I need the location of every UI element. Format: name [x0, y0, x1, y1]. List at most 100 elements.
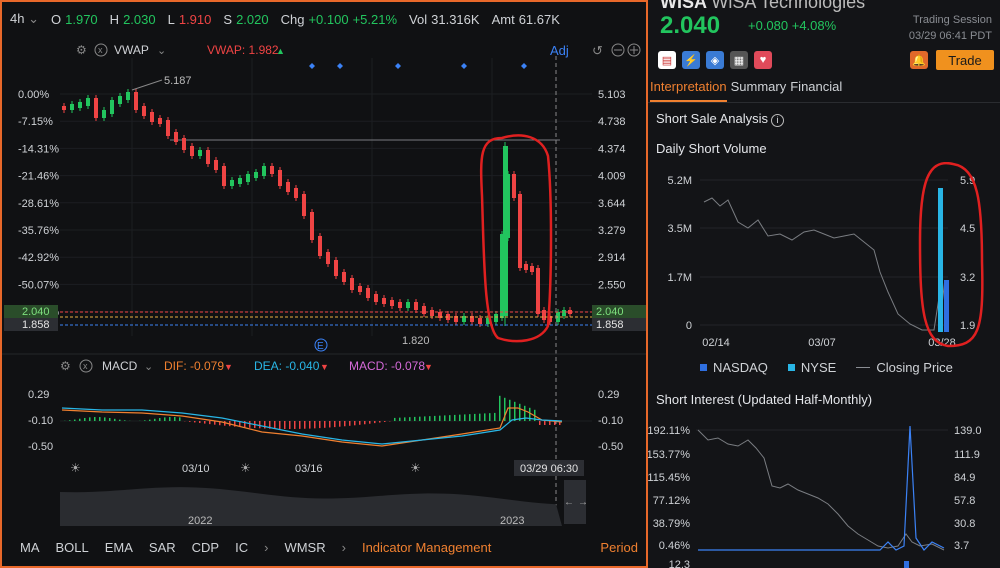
macd-bar: [354, 421, 356, 426]
candle-body: [512, 174, 516, 198]
short-volume-left-tick: 5.2M: [668, 175, 692, 187]
candle-body: [102, 110, 106, 118]
interval-label[interactable]: 4h: [10, 11, 24, 26]
macd-tick-right: -0.50: [598, 441, 623, 453]
macd-bar: [194, 421, 196, 423]
sun-icon: ☀: [240, 461, 251, 475]
overview-right-arrow-icon[interactable]: →: [578, 497, 588, 508]
event-markers: [309, 63, 527, 69]
current-price-right: 2.040: [596, 306, 624, 318]
low-marker: 1.820: [402, 335, 430, 347]
event-diamond-icon[interactable]: [337, 63, 343, 69]
macd-bar: [429, 416, 431, 421]
chevron-down-icon[interactable]: ⌄: [144, 361, 153, 373]
candle-body: [182, 138, 186, 150]
open-value: 1.970: [65, 11, 98, 27]
trade-button[interactable]: Trade: [936, 50, 994, 70]
indicator-ma[interactable]: MA: [20, 540, 40, 555]
settings-icon[interactable]: ⚙: [76, 43, 87, 57]
macd-title[interactable]: MACD: [102, 359, 138, 373]
candle-body: [254, 172, 258, 178]
short-interest-title: Short Interest (Updated Half-Monthly): [656, 392, 873, 407]
macd-bar: [169, 417, 171, 421]
candle-body: [86, 98, 90, 106]
dea-down-icon: ▼: [320, 362, 329, 372]
candle-body: [166, 120, 170, 136]
macd-bar: [259, 421, 261, 429]
macd-bar: [384, 421, 386, 422]
macd-bar: [399, 417, 401, 421]
macd-bar: [334, 421, 336, 428]
macd-bar: [444, 415, 446, 421]
event-diamond-icon[interactable]: [309, 63, 315, 69]
amount-stat: Amt 61.67K: [492, 12, 560, 27]
chevron-down-icon[interactable]: ⌄: [28, 11, 39, 26]
event-diamond-icon[interactable]: [395, 63, 401, 69]
macd-bar: [459, 414, 461, 421]
period-button[interactable]: Period: [600, 540, 638, 555]
chevron-right-icon[interactable]: ›: [264, 540, 268, 555]
overview-left-arrow-icon[interactable]: ←: [564, 497, 574, 508]
indicator-ic[interactable]: IC: [235, 540, 248, 555]
event-diamond-icon[interactable]: [461, 63, 467, 69]
indicator-cdp[interactable]: CDP: [192, 540, 219, 555]
document-icon[interactable]: ▦: [730, 51, 748, 69]
indicator-sar[interactable]: SAR: [149, 540, 176, 555]
company-name: WiSA Technologies: [711, 0, 866, 12]
legend-nyse: NYSE: [787, 360, 836, 375]
macd-bar: [304, 421, 306, 429]
tab-interpretation[interactable]: Interpretation: [650, 79, 727, 102]
tab-financial[interactable]: Financial: [790, 79, 842, 102]
date-label-2: 03/16: [295, 463, 323, 475]
chevron-down-icon[interactable]: ⌄: [157, 45, 166, 57]
macd-bar: [104, 417, 106, 421]
overview-area: [60, 487, 562, 526]
macd-bar: [359, 421, 361, 425]
indicator-management-button[interactable]: Indicator Management: [362, 540, 491, 555]
short-interest-line: [698, 425, 945, 551]
price-change: +0.080 +4.08%: [748, 18, 837, 33]
candle-body: [374, 294, 378, 302]
interval-selector[interactable]: 4h ⌄: [10, 11, 39, 27]
macd-tick-left: 0.29: [28, 389, 49, 401]
undo-icon[interactable]: ↺: [592, 43, 603, 58]
short-volume-left-tick: 0: [686, 320, 692, 332]
us-flag-icon[interactable]: ▤: [658, 51, 676, 69]
macd-bar: [339, 421, 341, 427]
tab-summary[interactable]: Summary: [731, 79, 787, 102]
dif-line: [61, 407, 563, 447]
high-value: 2.030: [123, 11, 156, 27]
tag-icon[interactable]: ◈: [706, 51, 724, 69]
price-axis: 5.103 4.738 4.374 4.009 3.644 3.279 2.914 2.550…: [598, 89, 626, 319]
chart-panel[interactable]: 4h ⌄ O 1.970 H 2.030 L 1.910 S 2.020 Chg +0.1…: [0, 0, 648, 568]
adj-toggle[interactable]: Adj: [550, 43, 569, 58]
candle-body: [142, 106, 146, 116]
macd-bar: [509, 399, 511, 421]
session-time: 03/29 06:41 PDT: [908, 30, 992, 42]
bell-icon[interactable]: 🔔: [910, 51, 928, 69]
price-chart[interactable]: ⚙ x VWAP ⌄ VWAP: 1.982 ▲ Adj ↺ 0.00% -7.1…: [2, 36, 646, 532]
indicator-ema[interactable]: EMA: [105, 540, 133, 555]
chevron-right-icon[interactable]: ›: [342, 540, 346, 555]
candle-body: [262, 166, 266, 176]
indicator-boll[interactable]: BOLL: [56, 540, 89, 555]
vwap-left: 1.858: [22, 319, 50, 331]
lightning-icon[interactable]: ⚡: [682, 51, 700, 69]
price-tick: 3.644: [598, 198, 626, 210]
short-interest-bar: [904, 561, 909, 568]
candle-body: [174, 132, 178, 142]
settle-label: S: [223, 11, 233, 27]
dea-value: DEA: -0.040: [254, 359, 320, 373]
indicator-name[interactable]: VWAP: [114, 43, 149, 57]
heart-icon[interactable]: ♥: [754, 51, 772, 69]
macd-bar: [79, 418, 81, 421]
macd-down-icon: ▼: [424, 362, 433, 372]
candle-body: [238, 178, 242, 184]
candle-body: [78, 102, 82, 108]
event-diamond-icon[interactable]: [521, 63, 527, 69]
candle-body: [494, 314, 498, 322]
macd-settings-icon[interactable]: ⚙: [60, 359, 71, 373]
info-icon[interactable]: i: [771, 114, 785, 127]
candle-body: [366, 288, 370, 298]
indicator-wmsr[interactable]: WMSR: [284, 540, 325, 555]
